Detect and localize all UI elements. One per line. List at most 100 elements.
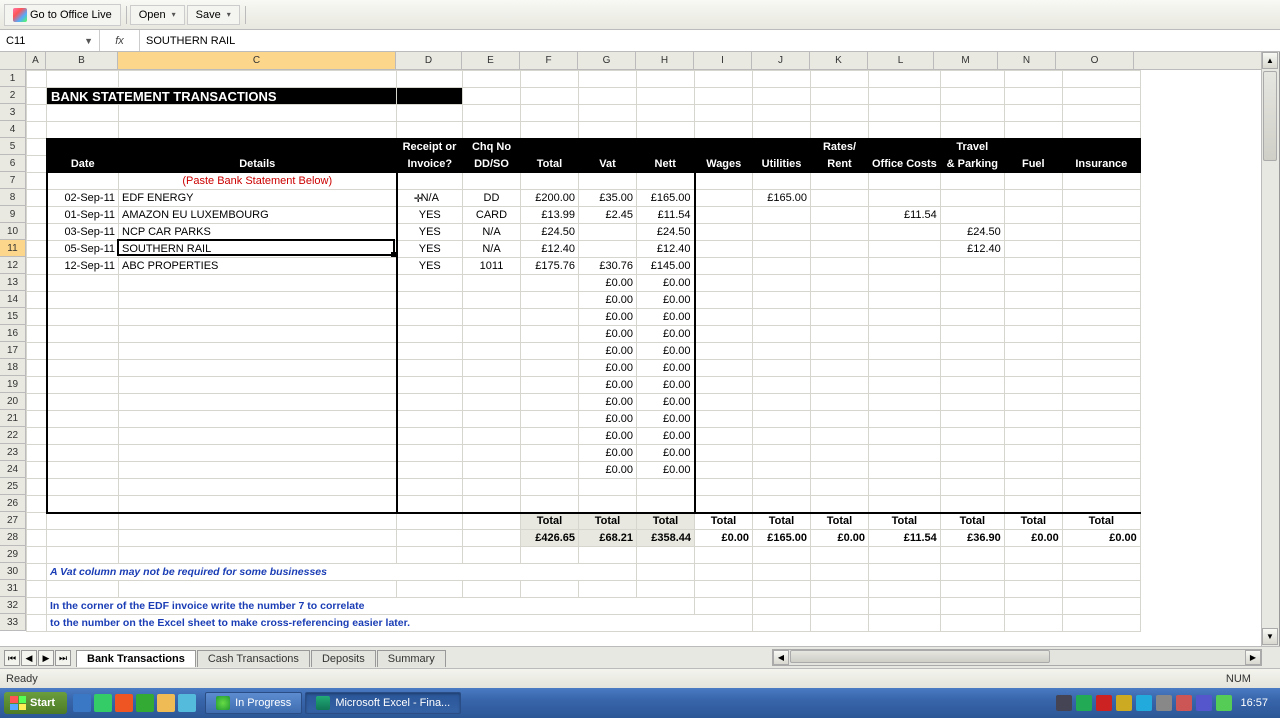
tab-prev-button[interactable]: ◀: [21, 650, 37, 666]
tray-icon[interactable]: [1196, 695, 1212, 711]
quick-launch-icon[interactable]: [73, 694, 91, 712]
row-header-19[interactable]: 19: [0, 376, 25, 393]
row-header-25[interactable]: 25: [0, 478, 25, 495]
cells-area[interactable]: BANK STATEMENT TRANSACTIONSReceipt orChq…: [26, 70, 1261, 646]
vertical-scrollbar[interactable]: ▲ ▼: [1261, 52, 1279, 646]
row-header-32[interactable]: 32: [0, 597, 25, 614]
row-header-9[interactable]: 9: [0, 206, 25, 223]
row-header-10[interactable]: 10: [0, 223, 25, 240]
row-header-16[interactable]: 16: [0, 325, 25, 342]
row-header-11[interactable]: 11: [0, 240, 25, 257]
column-header-B[interactable]: B: [46, 52, 118, 69]
column-header-A[interactable]: A: [26, 52, 46, 69]
scroll-up-button[interactable]: ▲: [1262, 52, 1278, 69]
tab-last-button[interactable]: ⏭: [55, 650, 71, 666]
row-header-17[interactable]: 17: [0, 342, 25, 359]
fx-button[interactable]: fx: [100, 30, 140, 51]
row-header-7[interactable]: 7: [0, 172, 25, 189]
column-header-J[interactable]: J: [752, 52, 810, 69]
row-header-27[interactable]: 27: [0, 512, 25, 529]
tray-icon[interactable]: [1156, 695, 1172, 711]
cell-reference: C11: [6, 35, 25, 47]
sheet-tab-summary[interactable]: Summary: [377, 650, 446, 667]
tray-icon[interactable]: [1076, 695, 1092, 711]
row-header-4[interactable]: 4: [0, 121, 25, 138]
column-header-G[interactable]: G: [578, 52, 636, 69]
task-button[interactable]: Microsoft Excel - Fina...: [305, 692, 461, 714]
tray-icon[interactable]: [1056, 695, 1072, 711]
office-live-toolbar: Go to Office Live Open Save: [0, 0, 1280, 30]
scroll-down-button[interactable]: ▼: [1262, 628, 1278, 645]
column-header-L[interactable]: L: [868, 52, 934, 69]
quick-launch-icon[interactable]: [115, 694, 133, 712]
sheet-tab-deposits[interactable]: Deposits: [311, 650, 376, 667]
row-header-22[interactable]: 22: [0, 427, 25, 444]
row-header-28[interactable]: 28: [0, 529, 25, 546]
tray-icon[interactable]: [1176, 695, 1192, 711]
status-ready: Ready: [6, 673, 38, 685]
go-to-office-live-button[interactable]: Go to Office Live: [4, 4, 121, 26]
row-header-6[interactable]: 6: [0, 155, 25, 172]
name-box[interactable]: C11 ▼: [0, 30, 100, 51]
row-header-31[interactable]: 31: [0, 580, 25, 597]
select-all-corner[interactable]: [0, 52, 26, 70]
column-header-K[interactable]: K: [810, 52, 868, 69]
tab-next-button[interactable]: ▶: [38, 650, 54, 666]
toolbar-separator: [126, 6, 127, 24]
column-header-M[interactable]: M: [934, 52, 998, 69]
tray-icon[interactable]: [1096, 695, 1112, 711]
row-header-8[interactable]: 8: [0, 189, 25, 206]
open-button[interactable]: Open: [130, 5, 185, 25]
start-button[interactable]: Start: [4, 692, 67, 714]
column-header-I[interactable]: I: [694, 52, 752, 69]
quick-launch-icon[interactable]: [157, 694, 175, 712]
row-header-29[interactable]: 29: [0, 546, 25, 563]
quick-launch-icon[interactable]: [136, 694, 154, 712]
tray-icon[interactable]: [1116, 695, 1132, 711]
column-header-E[interactable]: E: [462, 52, 520, 69]
scroll-right-button[interactable]: ▶: [1245, 650, 1261, 665]
row-header-13[interactable]: 13: [0, 274, 25, 291]
sheet-tab-bank-transactions[interactable]: Bank Transactions: [76, 650, 196, 667]
scroll-thumb[interactable]: [1263, 71, 1277, 161]
row-header-1[interactable]: 1: [0, 70, 25, 87]
formula-input[interactable]: SOUTHERN RAIL: [140, 35, 1280, 47]
name-box-dropdown-icon[interactable]: ▼: [84, 36, 93, 46]
row-header-30[interactable]: 30: [0, 563, 25, 580]
row-header-14[interactable]: 14: [0, 291, 25, 308]
sheet-tab-cash-transactions[interactable]: Cash Transactions: [197, 650, 310, 667]
row-header-5[interactable]: 5: [0, 138, 25, 155]
quick-launch-icon[interactable]: [178, 694, 196, 712]
row-header-21[interactable]: 21: [0, 410, 25, 427]
row-header-2[interactable]: 2: [0, 87, 25, 104]
column-header-N[interactable]: N: [998, 52, 1056, 69]
column-header-C[interactable]: C: [118, 52, 396, 69]
row-header-12[interactable]: 12: [0, 257, 25, 274]
row-header-3[interactable]: 3: [0, 104, 25, 121]
column-header-O[interactable]: O: [1056, 52, 1134, 69]
row-header-18[interactable]: 18: [0, 359, 25, 376]
scroll-thumb-h[interactable]: [790, 650, 1050, 663]
task-button[interactable]: In Progress: [205, 692, 302, 714]
row-header-20[interactable]: 20: [0, 393, 25, 410]
windows-taskbar: Start In ProgressMicrosoft Excel - Fina.…: [0, 688, 1280, 718]
tray-icon[interactable]: [1216, 695, 1232, 711]
row-header-23[interactable]: 23: [0, 444, 25, 461]
tab-first-button[interactable]: ⏮: [4, 650, 20, 666]
row-header-24[interactable]: 24: [0, 461, 25, 478]
row-header-15[interactable]: 15: [0, 308, 25, 325]
scroll-track[interactable]: [789, 650, 1245, 665]
taskbar-clock[interactable]: 16:57: [1236, 697, 1272, 709]
save-button[interactable]: Save: [187, 5, 240, 25]
column-headers: ABCDEFGHIJKLMNO: [26, 52, 1261, 70]
column-header-D[interactable]: D: [396, 52, 462, 69]
column-header-H[interactable]: H: [636, 52, 694, 69]
horizontal-scrollbar[interactable]: ◀ ▶: [772, 649, 1262, 666]
tray-icon[interactable]: [1136, 695, 1152, 711]
row-header-26[interactable]: 26: [0, 495, 25, 512]
scroll-left-button[interactable]: ◀: [773, 650, 789, 665]
quick-launch-icon[interactable]: [94, 694, 112, 712]
column-header-F[interactable]: F: [520, 52, 578, 69]
row-header-33[interactable]: 33: [0, 614, 25, 631]
quick-launch: [73, 694, 196, 712]
